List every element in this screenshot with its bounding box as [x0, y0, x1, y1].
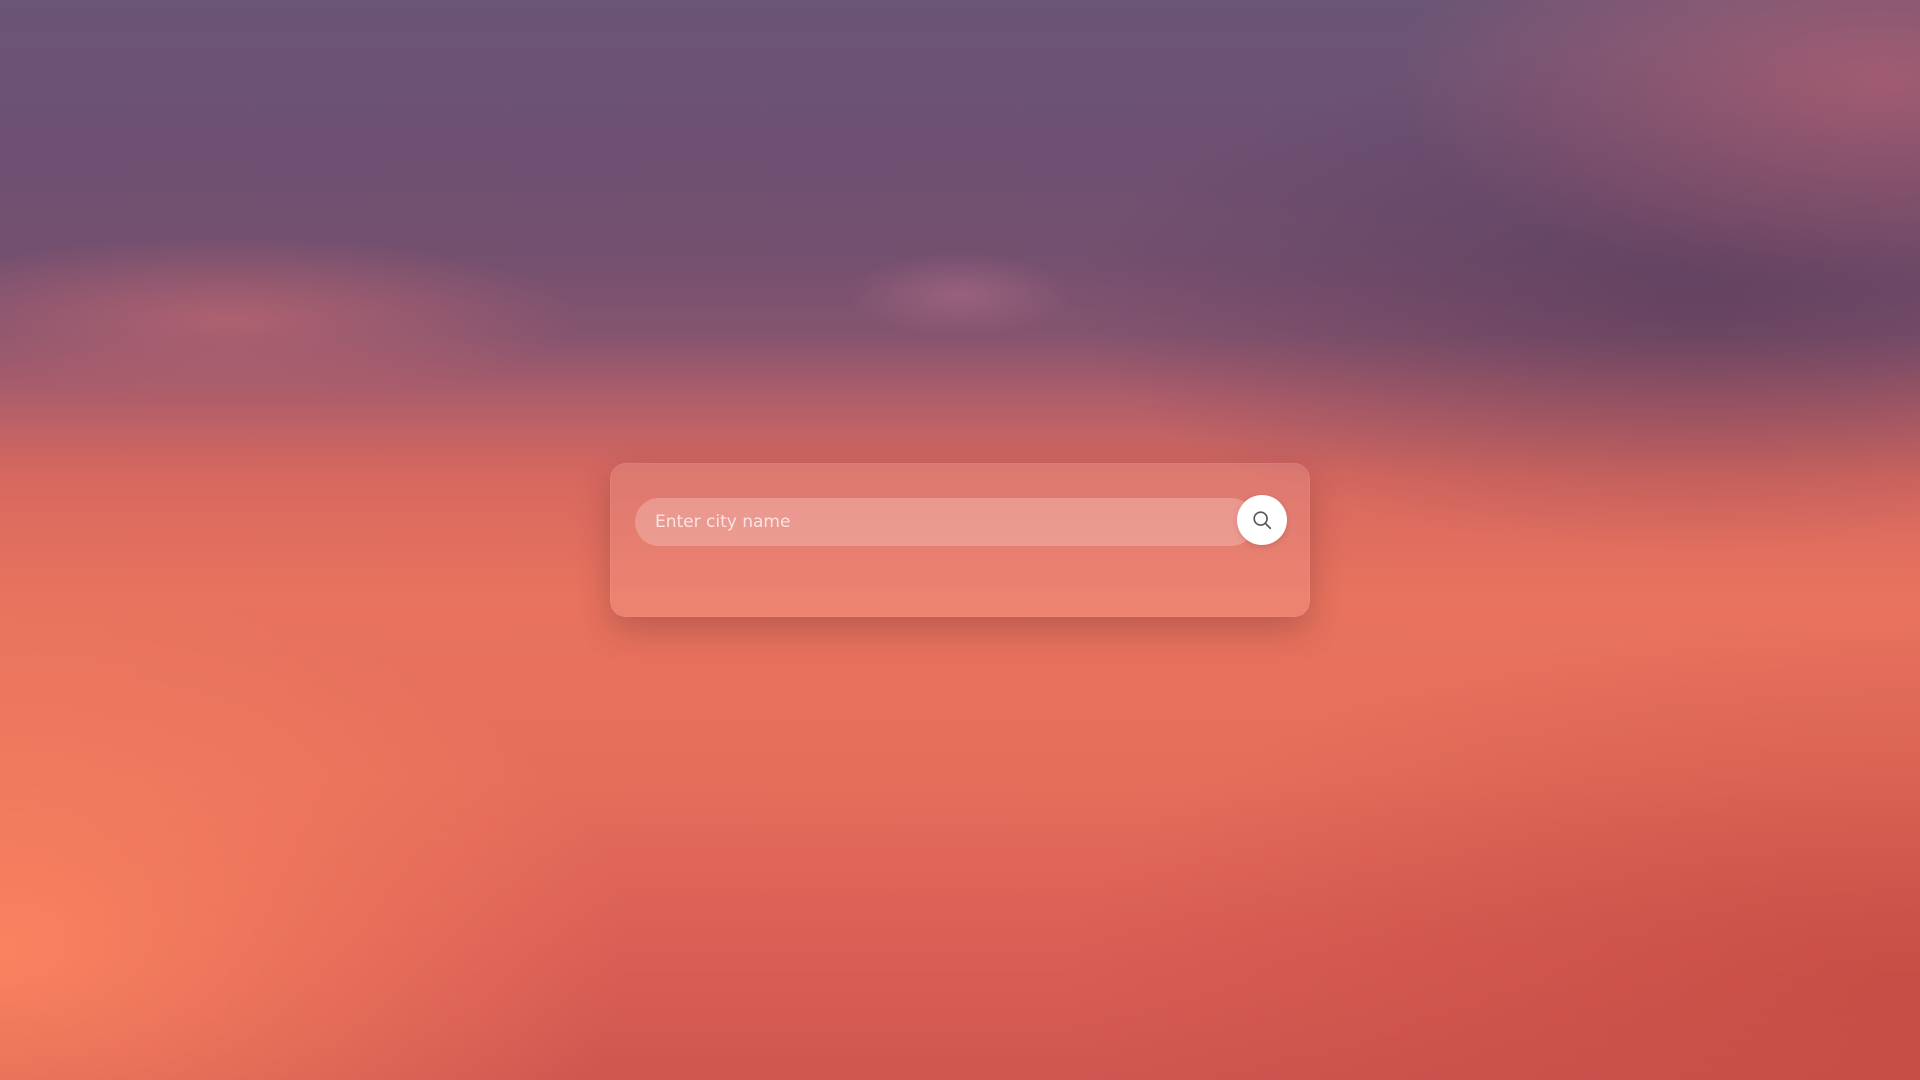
search-button[interactable] — [1237, 495, 1287, 545]
search-icon — [1251, 509, 1273, 531]
city-search-input[interactable] — [635, 498, 1255, 546]
search-card — [610, 463, 1310, 617]
